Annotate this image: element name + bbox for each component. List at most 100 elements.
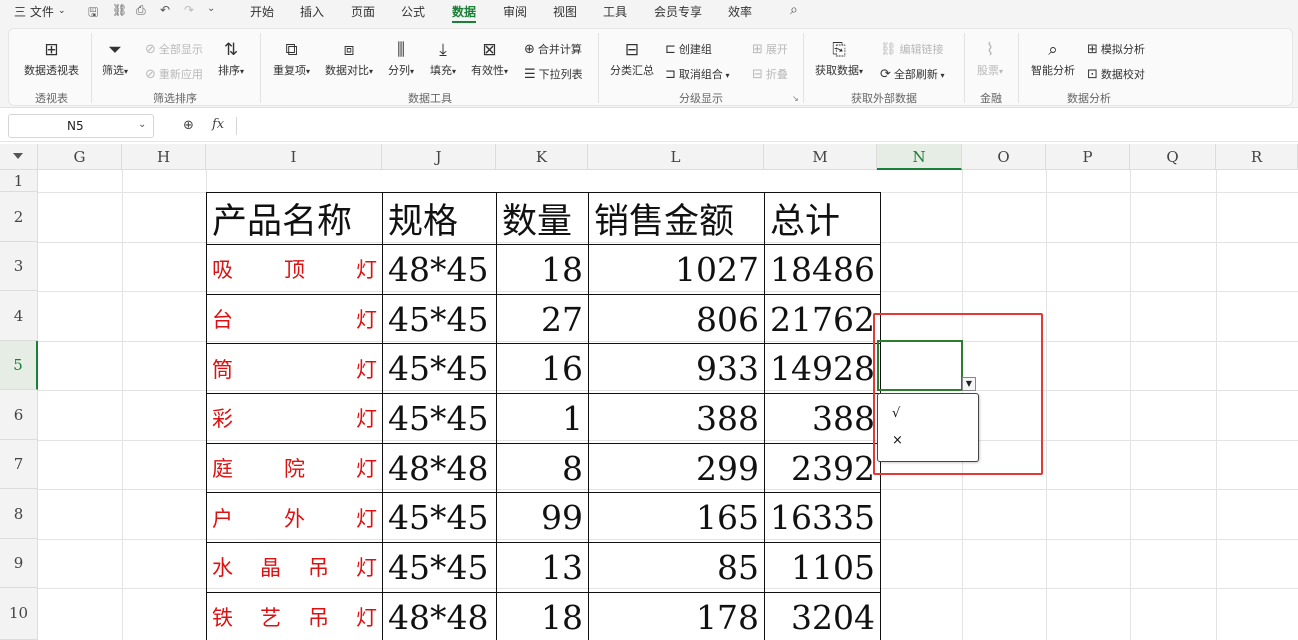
total-cell[interactable]: 21762 [764,293,881,345]
total-cell[interactable]: 2392 [764,442,881,494]
tab-home[interactable]: 开始 [250,3,274,20]
product-name-cell[interactable]: 彩灯 [206,393,383,444]
quantity-cell[interactable]: 27 [496,293,589,345]
spec-cell[interactable]: 45*45 [382,542,497,593]
undo-icon[interactable]: ↶ [160,3,170,17]
column-header-j[interactable]: J [382,144,496,170]
quantity-cell[interactable]: 18 [496,591,589,640]
total-cell[interactable]: 14928 [764,343,881,395]
dialog-launcher-icon[interactable]: ↘ [792,94,799,103]
sales-amount-cell[interactable]: 806 [588,293,765,345]
column-header-q[interactable]: Q [1130,144,1216,170]
search-icon[interactable]: ⌕ [790,2,798,18]
filter-button[interactable]: ⏷ 筛选▾ [102,40,128,78]
total-cell[interactable]: 388 [764,393,881,444]
split-button[interactable]: ⫼ 分列▾ [388,40,414,78]
column-header-p[interactable]: P [1046,144,1130,170]
tab-data[interactable]: 数据 [452,3,476,20]
tab-efficiency[interactable]: 效率 [728,3,752,20]
header-cell-quantity[interactable]: 数量 [496,192,589,245]
total-cell[interactable]: 16335 [764,492,881,544]
total-cell[interactable]: 18486 [764,244,881,295]
column-header-h[interactable]: H [122,144,206,170]
sales-amount-cell[interactable]: 178 [588,591,765,640]
name-box[interactable]: N5 [8,114,154,138]
row-header-4[interactable]: 4 [0,291,38,341]
get-data-button[interactable]: ⎘ 获取数据▾ [815,40,863,78]
quantity-cell[interactable]: 13 [496,542,589,593]
row-header-8[interactable]: 8 [0,489,38,539]
product-name-cell[interactable]: 水晶吊灯 [206,542,383,593]
row-header-1[interactable]: 1 [0,170,38,192]
tab-page[interactable]: 页面 [351,3,375,20]
tab-formula[interactable]: 公式 [401,3,425,20]
spec-cell[interactable]: 45*45 [382,393,497,444]
row-header-7[interactable]: 7 [0,440,38,489]
product-name-cell[interactable]: 吸顶灯 [206,244,383,295]
zoom-icon[interactable]: ⊕ [183,118,194,133]
refresh-all-button[interactable]: ⟳ 全部刷新 ▾ [880,66,944,82]
ungroup-button[interactable]: ⊐ 取消组合 ▾ [665,66,729,82]
row-header-6[interactable]: 6 [0,390,38,440]
product-name-cell[interactable]: 户外灯 [206,492,383,544]
collapse-button[interactable]: ⊟ 折叠 [752,66,788,82]
column-header-l[interactable]: L [588,144,764,170]
save-icon[interactable]: 🖫 [88,3,98,24]
edit-links-button[interactable]: ⛓ 编辑链接 [880,41,944,57]
row-header-2[interactable]: 2 [0,192,38,242]
spec-cell[interactable]: 45*45 [382,343,497,395]
chevron-down-icon[interactable]: ⌄ [58,6,66,16]
product-name-cell[interactable]: 铁艺吊灯 [206,591,383,640]
show-all-button[interactable]: ⊘ 全部显示 [145,41,203,57]
sales-amount-cell[interactable]: 299 [588,442,765,494]
tab-view[interactable]: 视图 [553,3,577,20]
row-header-9[interactable]: 9 [0,539,38,588]
file-menu[interactable]: 三 文件 [14,3,54,20]
sales-amount-cell[interactable]: 388 [588,393,765,444]
tab-tools[interactable]: 工具 [603,3,627,20]
total-cell[interactable]: 3204 [764,591,881,640]
row-header-3[interactable]: 3 [0,242,38,291]
column-header-m[interactable]: M [764,144,877,170]
spec-cell[interactable]: 45*45 [382,293,497,345]
header-cell-sales-amount[interactable]: 销售金额 [588,192,765,245]
quantity-cell[interactable]: 1 [496,393,589,444]
link-icon[interactable]: ⛓ [112,3,127,17]
spreadsheet-grid[interactable]: G H I J K L M N O P Q R 1 2 3 4 5 6 7 8 … [0,144,1298,640]
row-header-5[interactable]: 5 [0,341,38,390]
select-all-corner[interactable] [0,144,38,170]
tab-insert[interactable]: 插入 [300,3,324,20]
column-header-k[interactable]: K [496,144,588,170]
stock-button[interactable]: ⌇ 股票▾ [977,40,1003,78]
chevron-down-icon[interactable]: ⌄ [138,119,146,130]
fx-icon[interactable]: fx [212,117,224,132]
pivot-table-button[interactable]: ⊞ 数据透视表 [24,40,79,78]
duplicates-button[interactable]: ⧉ 重复项▾ [273,40,310,78]
create-group-button[interactable]: ⊏ 创建组 [665,41,712,57]
spec-cell[interactable]: 45*45 [382,492,497,544]
product-name-cell[interactable]: 台灯 [206,293,383,345]
smart-analysis-button[interactable]: ⌕ 智能分析 [1031,40,1075,78]
expand-button[interactable]: ⊞ 展开 [752,41,788,57]
column-header-o[interactable]: O [962,144,1046,170]
product-name-cell[interactable]: 庭院灯 [206,442,383,494]
header-cell-spec[interactable]: 规格 [382,192,497,245]
row-header-10[interactable]: 10 [0,588,38,640]
validity-button[interactable]: ⊠ 有效性▾ [471,40,508,78]
column-header-i[interactable]: I [206,144,382,170]
product-name-cell[interactable]: 筒灯 [206,343,383,395]
data-check-button[interactable]: ⊡ 数据校对 [1087,66,1145,82]
redo-icon[interactable]: ↷ [184,3,194,17]
compare-button[interactable]: ⧈ 数据对比▾ [325,40,373,78]
sales-amount-cell[interactable]: 85 [588,542,765,593]
subtotal-button[interactable]: ⊟ 分类汇总 [610,40,654,78]
spec-cell[interactable]: 48*48 [382,442,497,494]
print-preview-icon[interactable]: ⎙ [136,3,146,18]
header-cell-total[interactable]: 总计 [764,192,881,245]
sales-amount-cell[interactable]: 933 [588,343,765,395]
total-cell[interactable]: 1105 [764,542,881,593]
consolidate-button[interactable]: ⊕ 合并计算 [524,41,582,57]
reapply-button[interactable]: ⊘ 重新应用 [145,66,203,82]
sales-amount-cell[interactable]: 1027 [588,244,765,295]
quantity-cell[interactable]: 99 [496,492,589,544]
